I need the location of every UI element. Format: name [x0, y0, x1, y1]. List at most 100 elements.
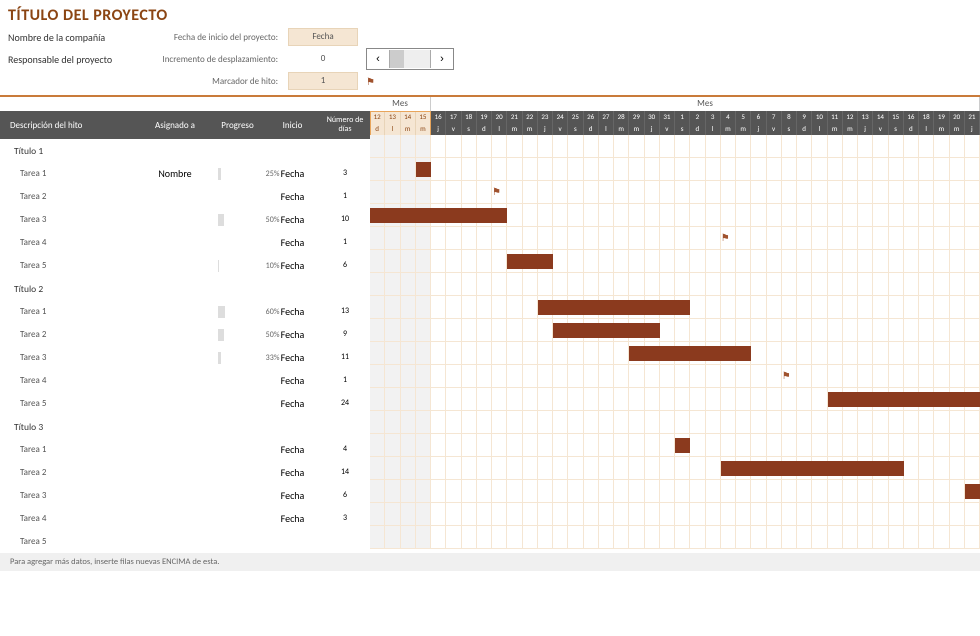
task-desc: Tarea 5	[0, 398, 140, 409]
column-headers: Descripción del hito Asignado a Progreso…	[0, 111, 370, 139]
task-days: 13	[320, 307, 370, 316]
col-header-days: Número de días	[320, 116, 370, 134]
task-row[interactable]: Tarea 2Fecha1	[0, 185, 370, 208]
day-weekday: m	[614, 123, 629, 135]
task-days: 3	[320, 514, 370, 523]
day-number: 3	[706, 111, 721, 123]
day-weekday: v	[660, 123, 675, 135]
day-number: 20	[492, 111, 507, 123]
day-weekday: d	[797, 123, 812, 135]
day-weekday: m	[523, 123, 538, 135]
gantt-bar[interactable]	[675, 438, 690, 453]
gantt-bar[interactable]	[828, 392, 980, 407]
milestone-flag-icon[interactable]: ⚑	[721, 231, 730, 244]
gantt-bar[interactable]	[721, 461, 904, 476]
day-number: 25	[568, 111, 583, 123]
task-row[interactable]: Tarea 1Nombre25%Fecha3	[0, 162, 370, 185]
day-weekday: d	[904, 123, 919, 135]
task-desc: Tarea 4	[0, 375, 140, 386]
task-row[interactable]: Tarea 3Fecha6	[0, 484, 370, 507]
task-row[interactable]: Tarea 4Fecha1	[0, 231, 370, 254]
task-desc: Título 1	[0, 145, 140, 157]
col-header-progress: Progreso	[210, 120, 265, 131]
month-label: Mes	[370, 97, 431, 111]
gantt-row	[370, 250, 980, 273]
day-number: 7	[767, 111, 782, 123]
gantt-bar[interactable]	[416, 162, 431, 177]
scroll-left-button[interactable]: ‹	[367, 49, 389, 69]
day-number: 1	[675, 111, 690, 123]
task-row[interactable]: Tarea 5	[0, 530, 370, 553]
task-row[interactable]: Tarea 250%Fecha9	[0, 323, 370, 346]
gantt-bar[interactable]	[629, 346, 751, 361]
gantt-row	[370, 434, 980, 457]
task-start: Fecha	[265, 489, 320, 502]
gantt-row	[370, 158, 980, 181]
day-weekday: s	[675, 123, 690, 135]
day-weekday: v	[767, 123, 782, 135]
start-date-input[interactable]: Fecha	[288, 28, 358, 46]
day-weekday: l	[599, 123, 614, 135]
task-start: Fecha	[265, 512, 320, 525]
gantt-bar[interactable]	[553, 323, 660, 338]
task-row[interactable]: Tarea 2Fecha14	[0, 461, 370, 484]
day-weekday: v	[446, 123, 461, 135]
milestone-flag-icon[interactable]: ⚑	[782, 369, 791, 382]
flag-icon: ⚑	[366, 75, 375, 88]
scroll-track[interactable]	[389, 50, 431, 68]
task-row[interactable]: Tarea 4Fecha3	[0, 507, 370, 530]
day-number: 15	[889, 111, 904, 123]
gantt-bar[interactable]	[965, 484, 980, 499]
day-number: 27	[599, 111, 614, 123]
month-label: Mes	[431, 97, 980, 111]
scroll-right-button[interactable]: ›	[431, 49, 453, 69]
day-weekday: l	[706, 123, 721, 135]
task-progress: 33%	[210, 351, 265, 365]
day-number: 17	[446, 111, 461, 123]
task-desc: Tarea 3	[0, 352, 140, 363]
task-assigned: Nombre	[140, 167, 210, 180]
day-number: 5	[736, 111, 751, 123]
milestone-input[interactable]: 1	[288, 72, 358, 90]
gantt-bar[interactable]	[538, 300, 691, 315]
scroll-increment-label: Incremento de desplazamiento:	[138, 54, 288, 65]
task-row[interactable]: Tarea 1Fecha4	[0, 438, 370, 461]
task-desc: Tarea 3	[0, 214, 140, 225]
scroll-increment-value[interactable]: 0	[288, 50, 358, 68]
task-row[interactable]: Tarea 333%Fecha11	[0, 346, 370, 369]
day-number: 21	[965, 111, 980, 123]
day-weekday: d	[584, 123, 599, 135]
gantt-bar[interactable]	[370, 208, 507, 223]
task-desc: Título 3	[0, 421, 140, 433]
col-header-desc: Descripción del hito	[0, 120, 140, 131]
task-desc: Título 2	[0, 283, 140, 295]
task-table: Descripción del hito Asignado a Progreso…	[0, 97, 370, 553]
day-number: 29	[629, 111, 644, 123]
gantt-row	[370, 135, 980, 158]
task-start: Fecha	[265, 397, 320, 410]
day-weekday: l	[919, 123, 934, 135]
task-row[interactable]: Tarea 5Fecha24	[0, 392, 370, 415]
task-desc: Tarea 3	[0, 490, 140, 501]
day-number: 16	[431, 111, 446, 123]
day-weekday: s	[889, 123, 904, 135]
day-weekday: m	[416, 123, 431, 135]
section-row[interactable]: Título 3	[0, 415, 370, 438]
day-number: 31	[660, 111, 675, 123]
section-row[interactable]: Título 2	[0, 277, 370, 300]
day-number: 16	[904, 111, 919, 123]
task-row[interactable]: Tarea 350%Fecha10	[0, 208, 370, 231]
gantt-bar[interactable]	[507, 254, 553, 269]
milestone-flag-icon[interactable]: ⚑	[492, 185, 501, 198]
task-row[interactable]: Tarea 510%Fecha6	[0, 254, 370, 277]
task-desc: Tarea 4	[0, 237, 140, 248]
day-number: 12	[370, 111, 385, 123]
project-title: TÍTULO DEL PROYECTO	[8, 6, 972, 25]
day-number: 19	[477, 111, 492, 123]
day-weekday: d	[477, 123, 492, 135]
day-weekday: s	[462, 123, 477, 135]
section-row[interactable]: Título 1	[0, 139, 370, 162]
day-weekday: m	[401, 123, 416, 135]
task-row[interactable]: Tarea 160%Fecha13	[0, 300, 370, 323]
task-row[interactable]: Tarea 4Fecha1	[0, 369, 370, 392]
